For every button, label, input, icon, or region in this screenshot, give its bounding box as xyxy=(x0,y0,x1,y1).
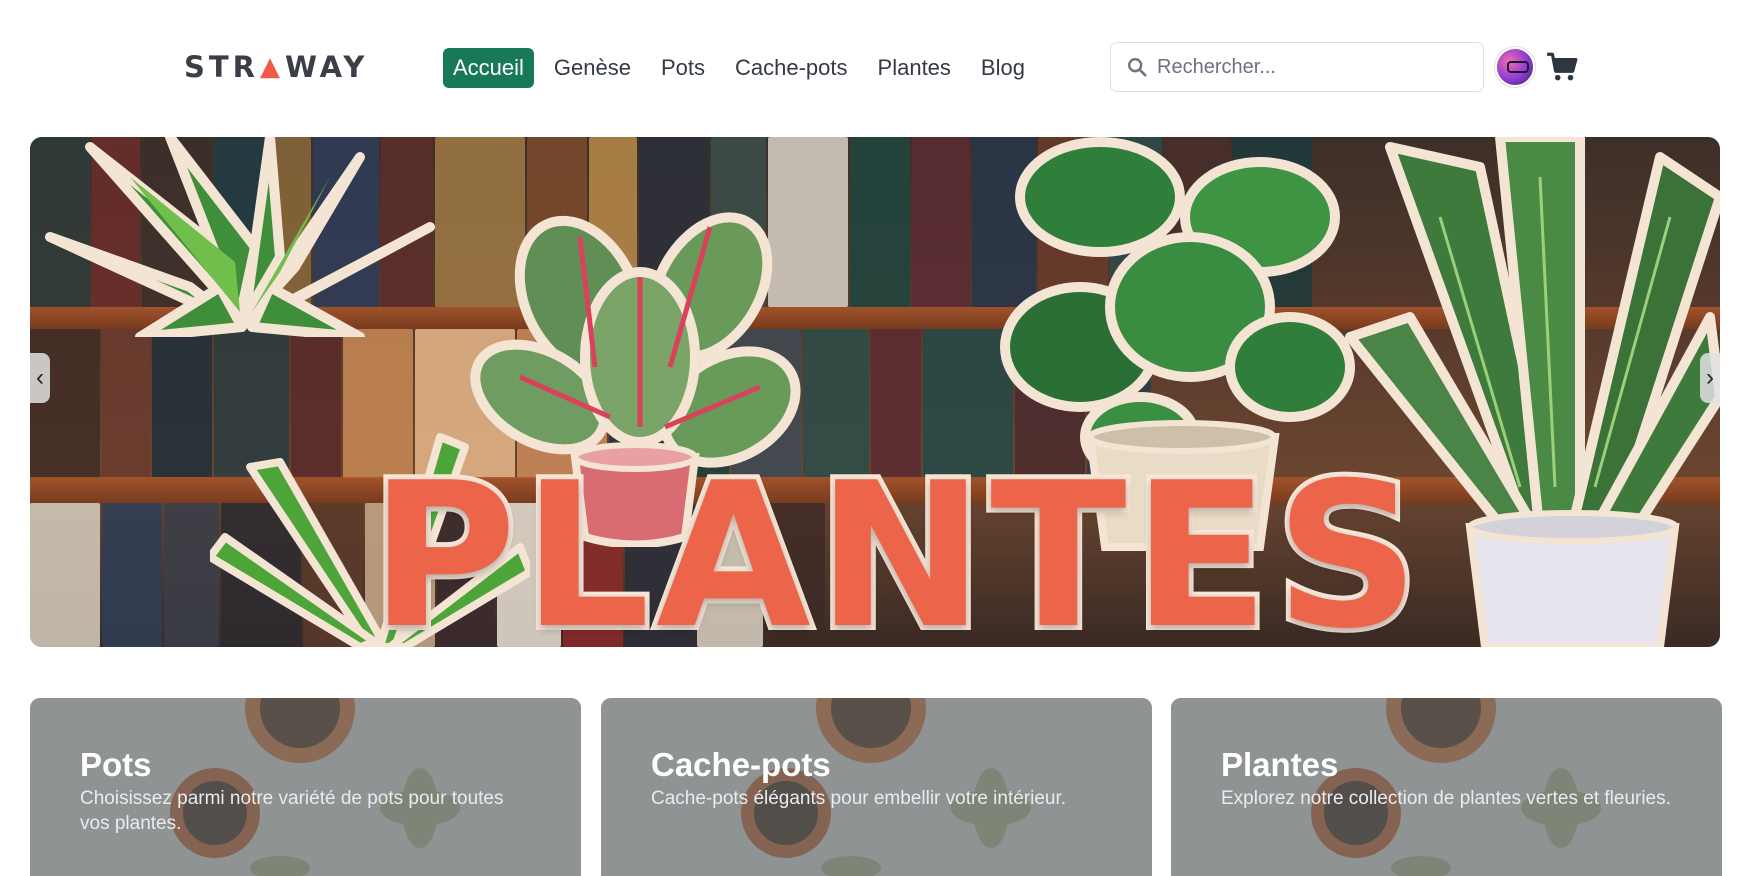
card-title: Pots xyxy=(80,746,152,783)
shopping-cart-icon[interactable] xyxy=(1545,50,1579,84)
aloe-plant-image xyxy=(45,137,435,337)
nav-item-pots[interactable]: Pots xyxy=(651,48,715,88)
site-header: STR ▲ WAY Accueil Genèse Pots Cache-pots… xyxy=(0,0,1737,134)
nav-item-accueil[interactable]: Accueil xyxy=(443,48,534,88)
card-description: Cache-pots élégants pour embellir votre … xyxy=(651,788,1067,809)
nav-item-cache-pots[interactable]: Cache-pots xyxy=(725,48,858,88)
card-title: Plantes xyxy=(1221,746,1339,783)
card-description: Choisissez parmi notre variété de pots p… xyxy=(80,788,504,834)
card-description: Explorez notre collection de plantes ver… xyxy=(1221,788,1671,809)
search-input[interactable] xyxy=(1157,55,1457,79)
category-card-plantes[interactable]: Plantes Explorez notre collection de pla… xyxy=(1171,698,1722,876)
hero-carousel: PLANTES xyxy=(30,137,1720,647)
category-card-cache-pots[interactable]: Cache-pots Cache-pots élégants pour embe… xyxy=(601,698,1152,876)
logo[interactable]: STR ▲ WAY xyxy=(184,50,368,84)
search-icon[interactable] xyxy=(1117,56,1157,78)
user-avatar[interactable] xyxy=(1495,47,1535,87)
logo-text-left: STR xyxy=(184,50,259,84)
logo-text-right: WAY xyxy=(285,50,369,84)
hero-title: PLANTES xyxy=(365,440,1426,648)
carousel-prev-button[interactable]: ‹ xyxy=(30,353,50,403)
chevron-left-icon: ‹ xyxy=(36,364,44,391)
carousel-next-button[interactable]: › xyxy=(1700,353,1720,403)
nav-item-plantes[interactable]: Plantes xyxy=(868,48,961,88)
card-title: Cache-pots xyxy=(651,746,831,783)
chevron-right-icon: › xyxy=(1706,364,1714,391)
logo-mark: ▲ xyxy=(260,52,284,82)
nav-item-genese[interactable]: Genèse xyxy=(544,48,641,88)
search-box xyxy=(1110,42,1484,92)
main-nav: Accueil Genèse Pots Cache-pots Plantes B… xyxy=(443,48,1045,88)
category-card-pots[interactable]: Pots Choisissez parmi notre variété de p… xyxy=(30,698,581,876)
nav-item-blog[interactable]: Blog xyxy=(971,48,1035,88)
